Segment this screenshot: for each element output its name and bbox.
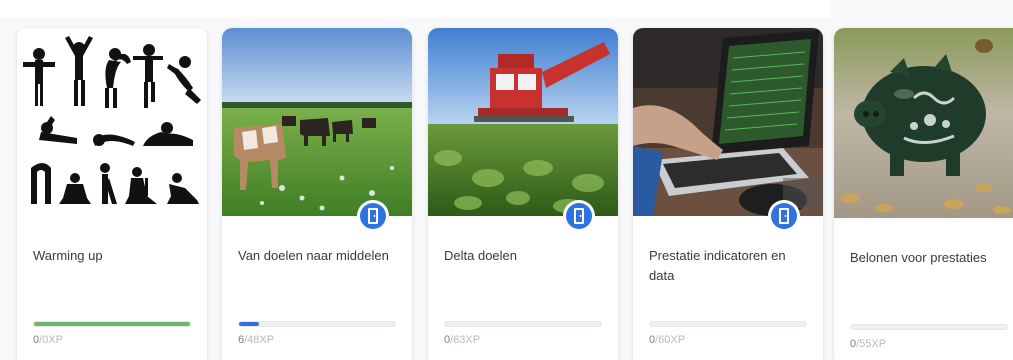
door-icon xyxy=(357,200,389,232)
beet-harvester-image xyxy=(428,28,618,216)
module-title: Warming up xyxy=(33,248,103,263)
module-title: Prestatie indicatoren en data xyxy=(649,248,786,283)
xp-counter: 6/48XP xyxy=(238,334,274,346)
module-title: Delta doelen xyxy=(444,248,517,263)
module-card-prestatie-indicatoren-en-data[interactable]: Prestatie indicatoren en data 0/60XP xyxy=(633,28,823,360)
door-badge xyxy=(356,199,390,233)
xp-total: /60 xyxy=(655,334,671,346)
xp-counter: 0/63XP xyxy=(444,334,480,346)
xp-progress-fill xyxy=(34,322,190,326)
module-thumbnail xyxy=(428,28,618,216)
xp-progress-bar xyxy=(649,321,807,327)
xp-unit: XP xyxy=(465,334,481,346)
module-card-delta-doelen[interactable]: Delta doelen 0/63XP xyxy=(428,28,618,360)
xp-progress-bar xyxy=(238,321,396,327)
xp-progress-fill xyxy=(239,322,259,326)
cows-in-field-image xyxy=(222,28,412,216)
module-thumbnail xyxy=(222,28,412,216)
xp-progress-bar xyxy=(33,321,191,327)
xp-total: /48 xyxy=(244,334,260,346)
learning-modules-page: Warming up 0/0XP Van doelen naar middele… xyxy=(0,0,1013,360)
exercise-silhouettes-image xyxy=(17,28,207,216)
xp-counter: 0/0XP xyxy=(33,334,63,346)
xp-counter: 0/60XP xyxy=(649,334,685,346)
module-card-belonen-voor-prestaties[interactable]: Belonen voor prestaties 0/55XP xyxy=(834,28,1013,360)
xp-unit: XP xyxy=(670,334,686,346)
xp-total: /63 xyxy=(450,334,466,346)
xp-unit: XP xyxy=(259,334,275,346)
xp-progress-bar xyxy=(444,321,602,327)
module-card-warming-up[interactable]: Warming up 0/0XP xyxy=(17,28,207,360)
xp-progress-bar xyxy=(850,324,1008,330)
module-thumbnail xyxy=(633,28,823,216)
laptop-typing-image xyxy=(633,28,823,216)
module-thumbnail xyxy=(17,28,207,216)
xp-unit: XP xyxy=(48,334,63,346)
piggy-bank-image xyxy=(834,28,1013,218)
door-badge xyxy=(562,199,596,233)
xp-total: /55 xyxy=(856,338,872,350)
module-title: Belonen voor prestaties xyxy=(850,250,987,265)
xp-unit: XP xyxy=(871,338,887,350)
door-icon xyxy=(563,200,595,232)
module-card-van-doelen-naar-middelen[interactable]: Van doelen naar middelen 6/48XP xyxy=(222,28,412,360)
xp-total: /0 xyxy=(39,334,49,346)
xp-counter: 0/55XP xyxy=(850,338,886,350)
door-badge xyxy=(767,199,801,233)
module-title: Van doelen naar middelen xyxy=(238,248,389,263)
module-thumbnail xyxy=(834,28,1013,218)
top-strip xyxy=(0,0,830,18)
door-icon xyxy=(768,200,800,232)
